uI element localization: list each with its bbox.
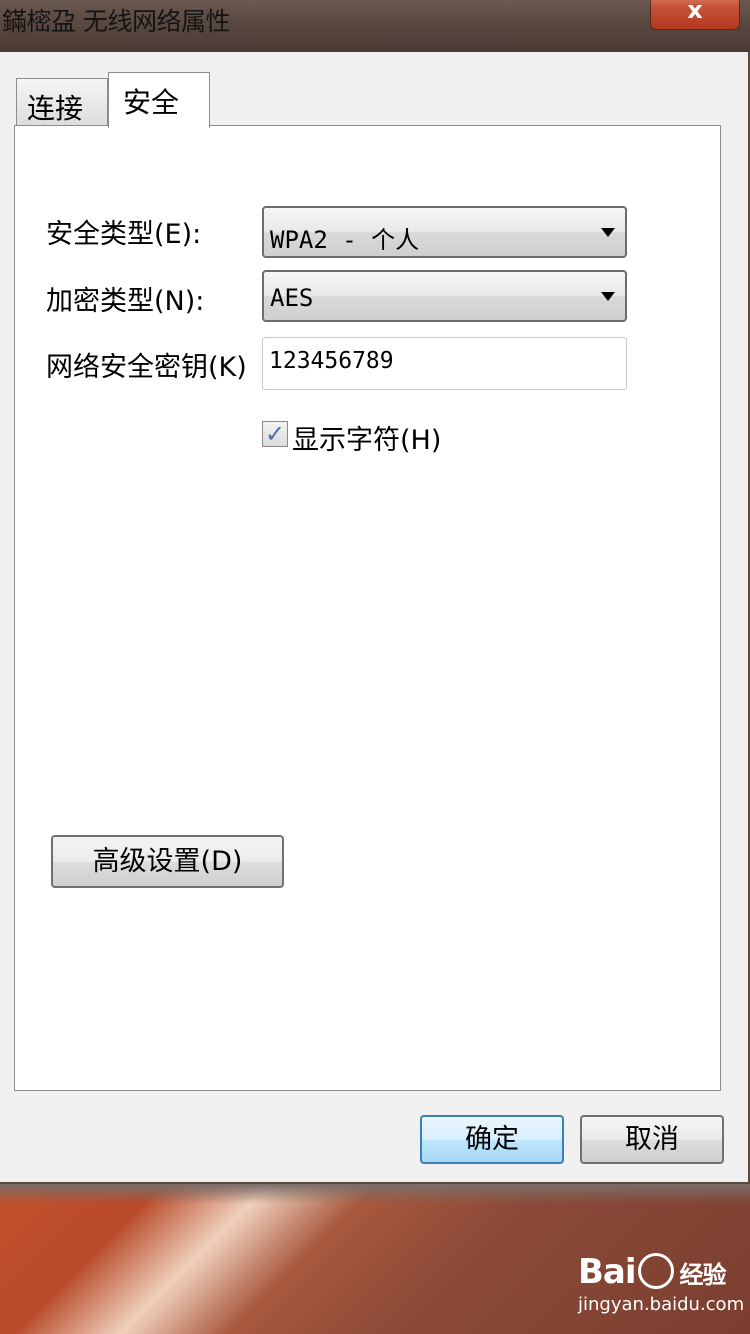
dropdown-arrow-icon [601,292,615,301]
advanced-settings-button[interactable]: 高级设置(D) [51,835,284,888]
close-button[interactable]: x [650,0,740,30]
dropdown-arrow-icon [601,228,615,237]
encryption-type-select[interactable]: AES [262,270,627,322]
window-titlebar: 鏋樒盁 无线网络属性 x [0,0,750,52]
show-characters-checkbox[interactable]: ✓ [262,421,288,447]
watermark-brand: Bai 经验 [578,1252,744,1292]
tab-connection-label: 连接 [27,92,84,125]
checkmark-icon: ✓ [264,420,286,448]
watermark-brand-a: Bai [578,1252,637,1292]
cancel-button[interactable]: 取消 [580,1115,724,1164]
tab-connection[interactable]: 连接 [16,78,108,126]
close-icon: x [687,0,703,24]
network-key-value: 123456789 [269,348,394,374]
tab-security-label: 安全 [123,86,180,119]
network-key-label: 网络安全密钥(K) [46,352,247,383]
security-type-value: WPA2 - 个人 [270,226,420,254]
security-type-label: 安全类型(E): [46,219,202,250]
window-title: 鏋樒盁 无线网络属性 [2,7,230,36]
ok-button[interactable]: 确定 [420,1115,564,1164]
baidu-paw-icon [637,1252,674,1289]
watermark-brand-b: 经验 [679,1261,727,1289]
tab-security[interactable]: 安全 [108,72,210,128]
security-type-select[interactable]: WPA2 - 个人 [262,206,627,258]
watermark-url: jingyan.baidu.com [578,1294,745,1315]
baidu-jingyan-watermark: Bai 经验 jingyan.baidu.com [578,1252,744,1315]
encryption-type-label: 加密类型(N): [46,286,205,317]
network-key-input[interactable]: 123456789 [262,337,627,390]
encryption-type-value: AES [270,284,314,312]
show-characters-label[interactable]: 显示字符(H) [292,418,441,457]
